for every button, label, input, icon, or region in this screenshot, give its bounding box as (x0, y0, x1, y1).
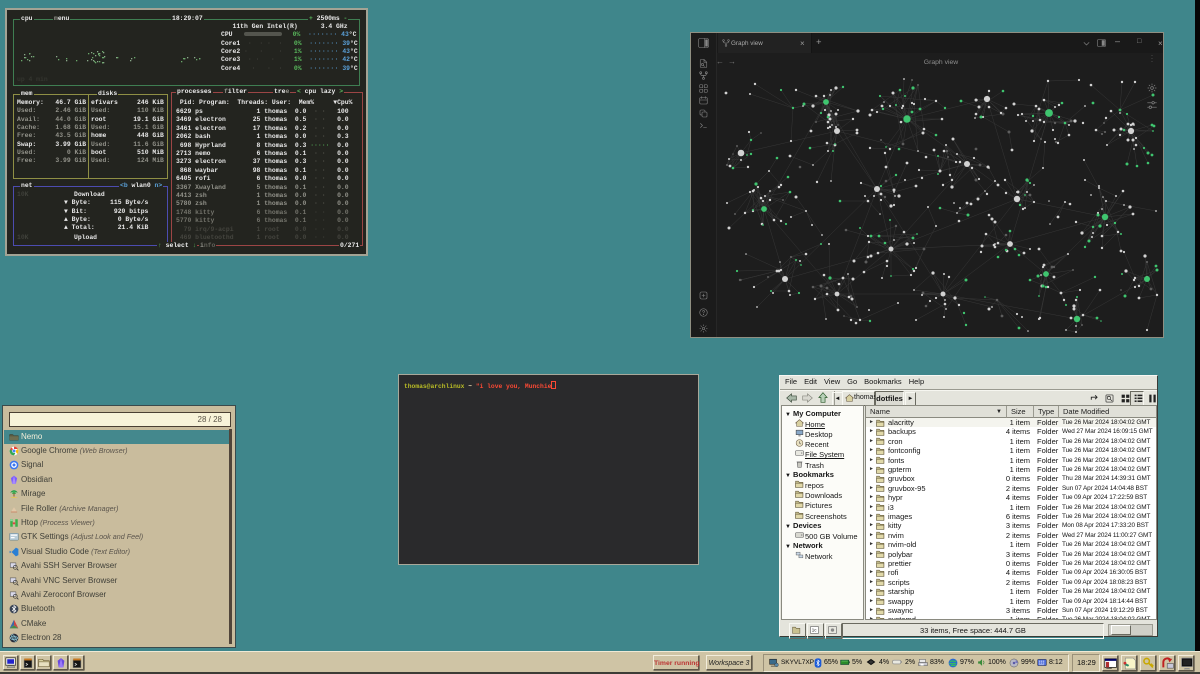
svg-text:1c: 1c (812, 628, 818, 633)
